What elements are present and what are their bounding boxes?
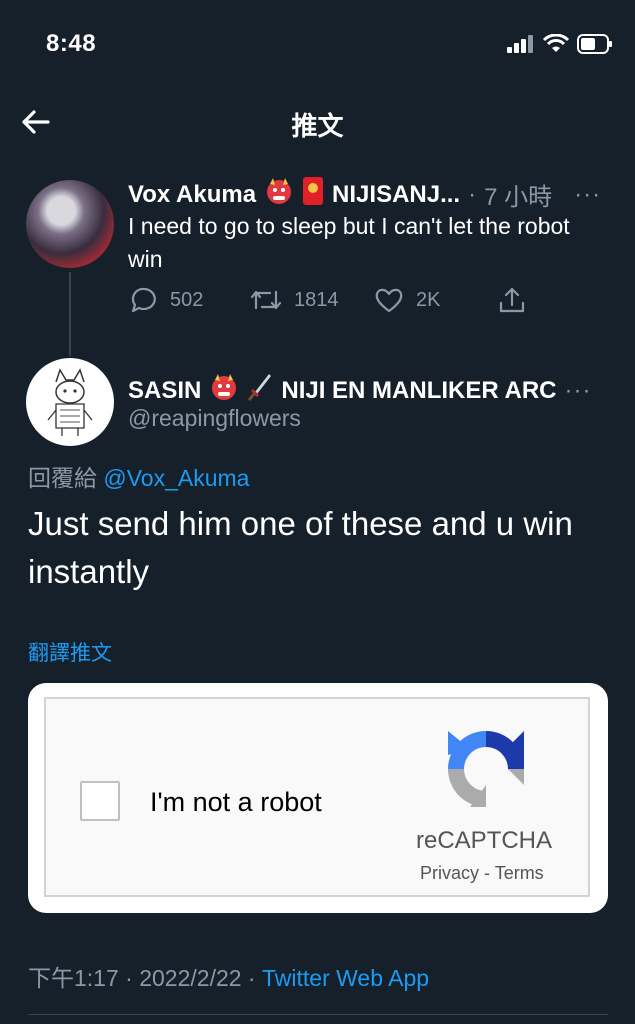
author-name-suffix[interactable]: NIJISANJ... <box>332 181 460 209</box>
recaptcha-brand: reCAPTCHA <box>416 827 553 854</box>
japanese-ogre-emoji <box>209 372 239 409</box>
time-ago[interactable]: 7 小時 <box>484 177 552 212</box>
heart-icon <box>375 288 403 313</box>
sketch-avatar-image <box>47 368 93 436</box>
privacy-link: Privacy <box>420 863 480 883</box>
like-button[interactable]: 2K <box>374 286 440 314</box>
wifi-icon <box>543 34 569 52</box>
recaptcha-checkbox <box>80 781 120 821</box>
reply-button[interactable]: 502 <box>130 286 203 314</box>
reply-icon <box>131 287 156 313</box>
status-time: 8:48 <box>46 30 97 57</box>
like-count: 2K <box>416 288 441 311</box>
share-icon <box>499 287 525 313</box>
parent-author-row: Vox Akuma NIJISANJ... · 7 小時 ··· <box>128 176 601 213</box>
dagger-emoji <box>247 372 273 409</box>
tweet-source-link[interactable]: Twitter Web App <box>262 965 429 991</box>
reply-to-link[interactable]: @Vox_Akuma <box>103 465 249 491</box>
parent-actions: 502 1814 2K <box>130 286 550 318</box>
retweet-icon <box>250 290 282 310</box>
tweet-time: 下午1:17 <box>28 965 119 991</box>
more-options-button[interactable]: ··· <box>574 181 601 209</box>
tweet-image-card[interactable]: I'm not a robot reCAPTCHA Privacy - Term… <box>28 683 608 913</box>
time-separator: · <box>468 180 477 208</box>
red-envelope-emoji <box>302 176 324 213</box>
signal-icon <box>507 35 533 53</box>
avatar-vox[interactable] <box>26 180 114 268</box>
author-name-suffix[interactable]: NIJI EN MANLIKER ARC <box>281 377 556 405</box>
meta-separator: · <box>118 965 140 991</box>
reply-count: 502 <box>170 288 204 311</box>
japanese-ogre-emoji <box>264 176 294 213</box>
main-tweet-text: Just send him one of these and u win ins… <box>28 505 573 590</box>
recaptcha-logo-icon <box>448 731 524 807</box>
divider <box>28 1014 608 1015</box>
main-author-row: SASIN NIJI EN MANLIKER ARC ··· <box>128 372 591 409</box>
thread-connector <box>69 272 71 356</box>
tweet-meta: 下午1:17 · 2022/2/22 · Twitter Web App <box>28 959 429 993</box>
translate-tweet-link[interactable]: 翻譯推文 <box>28 637 112 667</box>
parent-tweet-text: I need to go to sleep but I can't let th… <box>128 213 570 272</box>
terms-link: Terms <box>494 863 544 883</box>
retweet-count: 1814 <box>294 288 339 311</box>
reply-prefix: 回覆給 <box>28 465 97 491</box>
author-name[interactable]: Vox Akuma <box>128 181 256 209</box>
battery-icon <box>577 34 612 54</box>
share-button[interactable] <box>498 286 526 314</box>
retweet-button[interactable]: 1814 <box>250 286 339 314</box>
author-handle[interactable]: @reapingflowers <box>128 405 301 432</box>
page-title: 推文 <box>291 111 344 141</box>
avatar-sasin[interactable] <box>26 358 114 446</box>
checkbox-label: I'm not a robot <box>150 787 322 817</box>
author-name[interactable]: SASIN <box>128 377 201 405</box>
link-separator: - <box>479 863 495 883</box>
replying-to: 回覆給 @Vox_Akuma <box>28 459 249 493</box>
recaptcha-links: Privacy - Terms <box>420 863 544 884</box>
tweet-date: 2022/2/22 <box>139 965 242 991</box>
status-icons <box>507 34 613 54</box>
more-options-button[interactable]: ··· <box>564 377 591 405</box>
recaptcha-widget: I'm not a robot reCAPTCHA Privacy - Term… <box>44 697 590 897</box>
meta-separator: · <box>241 965 262 991</box>
